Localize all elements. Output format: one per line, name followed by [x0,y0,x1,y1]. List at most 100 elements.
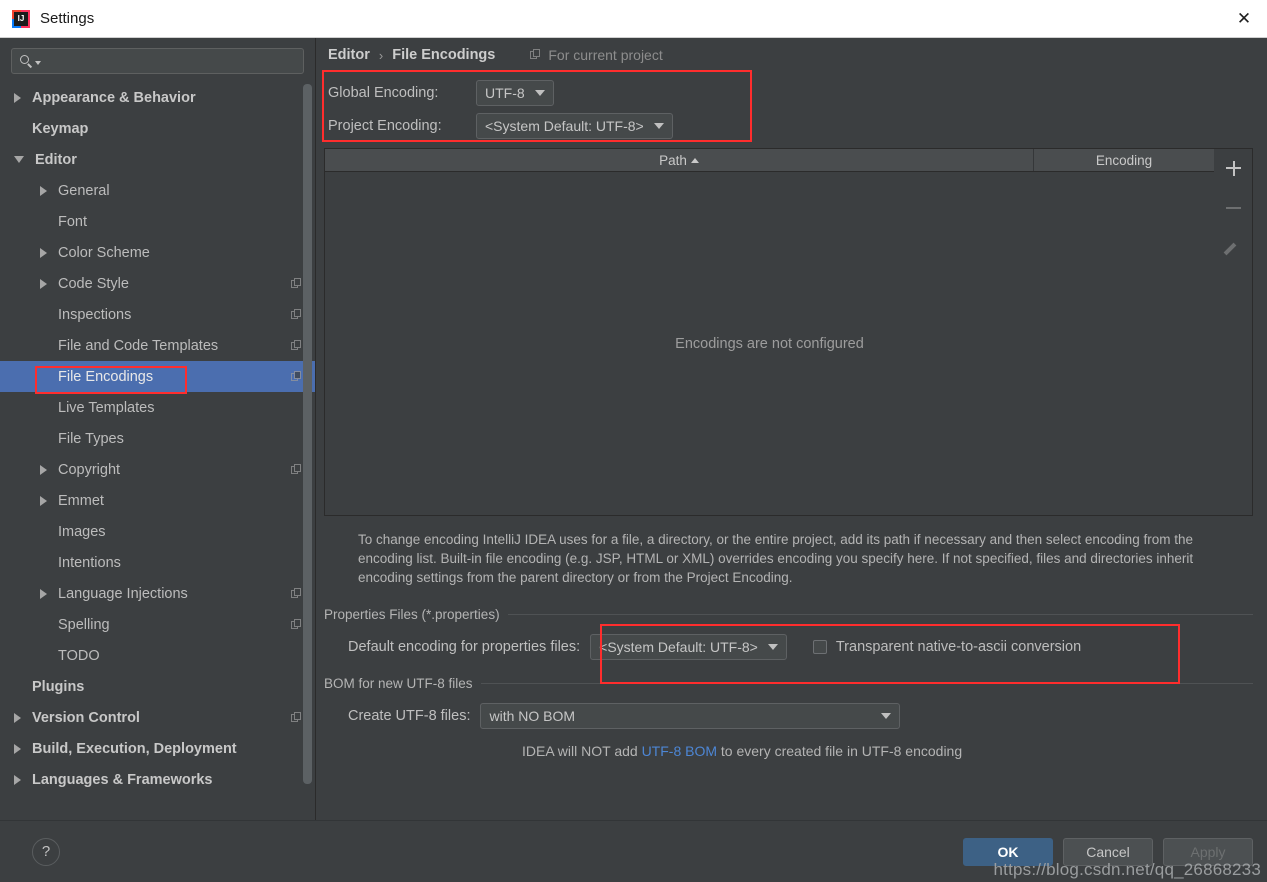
sidebar-item-plugins[interactable]: Plugins [0,671,315,702]
sidebar-item-images[interactable]: Images [0,516,315,547]
sidebar-item-inspections[interactable]: Inspections [0,299,315,330]
sidebar-scrollbar-thumb[interactable] [303,84,312,784]
chevron-right-icon[interactable] [14,743,21,754]
sidebar-item-emmet[interactable]: Emmet [0,485,315,516]
sidebar-item-copyright[interactable]: Copyright [0,454,315,485]
transparent-conversion-checkbox[interactable] [812,640,827,654]
sidebar-item-label: Languages & Frameworks [32,771,213,788]
sidebar-item-intentions[interactable]: Intentions [0,547,315,578]
sidebar-item-editor[interactable]: Editor [0,144,315,175]
sidebar-item-label: Copyright [58,461,121,478]
sidebar-item-label: Intentions [58,554,121,571]
intellij-logo-icon: IJ [12,9,30,28]
global-encoding-dropdown[interactable]: UTF-8 [476,79,554,106]
project-scope-icon [291,370,303,383]
global-encoding-label: Global Encoding: [328,84,439,101]
sidebar-item-keymap[interactable]: Keymap [0,113,315,144]
remove-encoding-button [1221,195,1247,221]
column-header-encoding[interactable]: Encoding [1034,149,1214,171]
sidebar-item-file-and-code-templates[interactable]: File and Code Templates [0,330,315,361]
search-icon [20,54,33,68]
bom-group-title: BOM for new UTF-8 files [324,676,1253,691]
sidebar-item-label: Spelling [58,616,110,633]
sidebar-item-spelling[interactable]: Spelling [0,609,315,640]
sidebar-item-label: File and Code Templates [58,337,219,354]
sidebar-item-label: Code Style [58,275,129,292]
column-header-encoding-label: Encoding [1095,152,1153,168]
sidebar-item-language-injections[interactable]: Language Injections [0,578,315,609]
sidebar-item-tools[interactable]: Tools [0,795,315,805]
project-encoding-dropdown[interactable]: <System Default: UTF-8> [476,112,673,139]
sidebar-item-languages-frameworks[interactable]: Languages & Frameworks [0,764,315,795]
search-container [0,38,315,82]
sidebar-item-code-style[interactable]: Code Style [0,268,315,299]
chevron-right-icon[interactable] [40,247,47,258]
chevron-right-icon[interactable] [14,712,21,723]
default-properties-encoding-dropdown[interactable]: <System Default: UTF-8> [590,634,787,660]
encoding-settings: Global Encoding: UTF-8 Project Encoding:… [316,72,1267,142]
project-scope-icon [291,618,303,631]
help-button[interactable]: ? [32,837,60,866]
sidebar-item-build-execution-deployment[interactable]: Build, Execution, Deployment [0,733,315,764]
sidebar-item-version-control[interactable]: Version Control [0,702,315,733]
table-empty-message: Encodings are not configured [675,335,864,352]
sidebar-item-label: Tools [32,803,70,805]
sidebar-item-file-types[interactable]: File Types [0,423,315,454]
sidebar-item-live-templates[interactable]: Live Templates [0,392,315,423]
breadcrumb-separator-icon: › [378,47,384,63]
utf8-bom-link[interactable]: UTF-8 BOM [642,743,717,759]
sidebar-item-label: Inspections [58,306,132,323]
settings-tree: Appearance & Behavior Keymap Editor General… [0,82,315,804]
search-input[interactable] [11,48,304,74]
project-scope-icon [291,463,303,476]
chevron-right-icon[interactable] [40,185,47,196]
sidebar-item-label: Plugins [32,678,85,695]
sidebar-scrollbar[interactable] [303,82,312,812]
sidebar-item-label: Images [58,523,106,540]
sidebar-item-todo[interactable]: TODO [0,640,315,671]
breadcrumb-current: File Encodings [392,47,496,63]
settings-window: IJ Settings ✕ Appearance & Behavior Keyma… [0,0,1267,882]
project-encoding-label: Project Encoding: [328,117,442,134]
sidebar-item-label: Language Injections [58,585,188,602]
chevron-right-icon[interactable] [14,774,21,785]
sidebar-item-appearance-behavior[interactable]: Appearance & Behavior [0,82,315,113]
close-icon[interactable]: ✕ [1221,0,1267,37]
group-divider [480,683,1253,684]
sidebar-item-color-scheme[interactable]: Color Scheme [0,237,315,268]
breadcrumb-parent[interactable]: Editor [328,47,370,63]
properties-files-group-title: Properties Files (*.properties) [324,607,1253,622]
chevron-right-icon[interactable] [40,464,47,475]
sidebar-item-label: Emmet [58,492,104,509]
plus-icon [1226,160,1241,176]
sidebar-item-label: Color Scheme [58,244,150,261]
encodings-table: Path Encoding Encodings are not configur… [324,148,1253,516]
project-scope-icon [291,339,303,352]
chevron-right-icon[interactable] [14,92,21,103]
chevron-right-icon[interactable] [40,495,47,506]
project-scope-icon [291,277,303,290]
project-encoding-row: Project Encoding: <System Default: UTF-8… [328,109,1267,142]
column-header-path[interactable]: Path [325,149,1034,171]
project-scope-icon [530,49,542,61]
sidebar-item-general[interactable]: General [0,175,315,206]
transparent-conversion-checkbox-wrap[interactable]: Transparent native-to-ascii conversion [812,639,1081,655]
breadcrumb: Editor › File Encodings For current proj… [316,38,1267,72]
sidebar-item-file-encodings[interactable]: File Encodings [0,361,315,392]
sidebar-item-font[interactable]: Font [0,206,315,237]
chevron-right-icon[interactable] [40,278,47,289]
scope-note-label: For current project [548,47,663,63]
sort-asc-icon [690,157,699,163]
create-utf8-dropdown[interactable]: with NO BOM [480,703,901,729]
project-scope-icon [291,711,303,724]
global-encoding-row: Global Encoding: UTF-8 [328,76,1267,109]
add-encoding-button[interactable] [1221,155,1247,181]
project-scope-icon [291,587,303,600]
chevron-down-icon[interactable] [14,156,24,163]
scope-note: For current project [530,47,663,63]
chevron-right-icon[interactable] [40,588,47,599]
